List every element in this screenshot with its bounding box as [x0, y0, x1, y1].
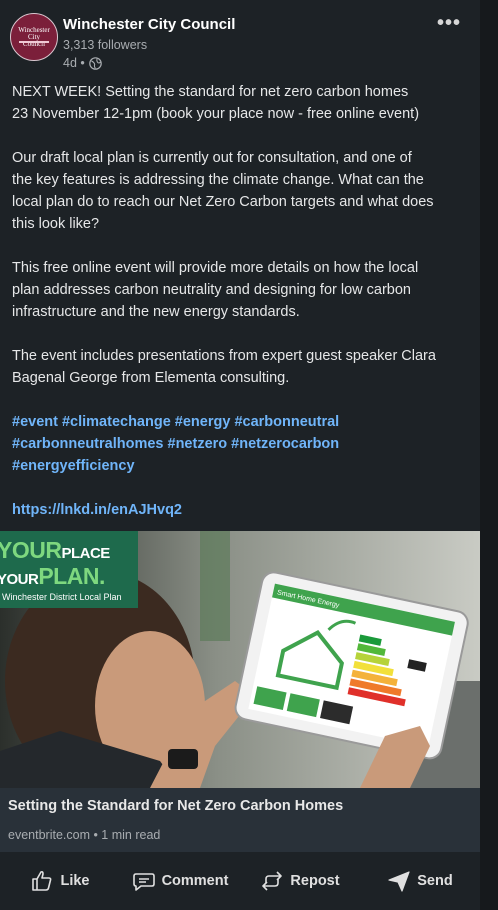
avatar-logo-text: Winchester City Council — [18, 26, 50, 48]
brand-line-1: YOURPLACE — [0, 537, 110, 564]
brand-word-plan: PLAN. — [38, 563, 105, 589]
thumbs-up-icon — [32, 870, 52, 891]
page-scroll-track[interactable] — [480, 0, 498, 910]
comment-icon — [132, 873, 155, 891]
paragraph-line: this look like? — [12, 216, 100, 232]
paragraph-line: This free online event will provide more… — [12, 260, 419, 276]
paragraph-line: the key features is addressing the clima… — [12, 172, 424, 188]
post-body: NEXT WEEK! Setting the standard for net … — [12, 81, 472, 521]
post-card: Winchester City Council Winchester City … — [0, 0, 480, 910]
paragraph-line: The event includes presentations from ex… — [12, 348, 436, 364]
link-preview-title: Setting the Standard for Net Zero Carbon… — [8, 798, 344, 814]
follower-count: 3,313 followers — [63, 38, 148, 52]
paragraph-line: plan addresses carbon neutrality and des… — [12, 282, 411, 298]
brand-overlay: YOURPLACE YOURPLAN. Winchester District … — [0, 531, 138, 608]
repost-icon — [262, 871, 283, 891]
link-preview[interactable]: Setting the Standard for Net Zero Carbon… — [0, 788, 480, 852]
paragraph-4: The event includes presentations from ex… — [12, 345, 472, 389]
post-header: Winchester City Council Winchester City … — [0, 0, 480, 80]
action-bar: Like Comment Repost Send — [0, 852, 480, 910]
paragraph-1: NEXT WEEK! Setting the standard for net … — [12, 81, 472, 125]
hashtag-line[interactable]: #event #climatechange #energy #carbonneu… — [12, 414, 339, 430]
send-button[interactable]: Send — [360, 852, 480, 910]
brand-word-place: PLACE — [61, 545, 110, 562]
repost-label: Repost — [290, 873, 340, 889]
send-label: Send — [417, 873, 453, 889]
company-logo-avatar[interactable]: Winchester City Council — [10, 13, 58, 61]
like-button[interactable]: Like — [0, 852, 120, 910]
send-icon — [388, 871, 410, 892]
brand-subtitle: Winchester District Local Plan — [2, 592, 122, 602]
paragraph-line: Bagenal George from Elementa consulting. — [12, 370, 290, 386]
paragraph-line: Our draft local plan is currently out fo… — [12, 150, 412, 166]
more-options-icon[interactable]: ••• — [437, 12, 461, 35]
avatar-logo-bar — [19, 41, 49, 43]
brand-line-2: YOURPLAN. — [0, 563, 105, 590]
paragraph-line: NEXT WEEK! Setting the standard for net … — [12, 84, 409, 100]
post-link[interactable]: https://lnkd.in/enAJHvq2 — [12, 502, 182, 518]
brand-word-your-2: YOUR — [0, 571, 39, 588]
timestamp-text: 4d • — [63, 56, 85, 70]
hashtag-line[interactable]: #carbonneutralhomes #netzero #netzerocar… — [12, 436, 339, 452]
comment-button[interactable]: Comment — [120, 852, 240, 910]
post-timestamp: 4d • — [63, 56, 102, 70]
link-preview-meta: eventbrite.com • 1 min read — [8, 828, 161, 842]
author-name[interactable]: Winchester City Council — [63, 16, 235, 33]
repost-button[interactable]: Repost — [240, 852, 360, 910]
paragraph-line: local plan do to reach our Net Zero Carb… — [12, 194, 434, 210]
brand-word-your: YOUR — [0, 537, 62, 563]
paragraph-2: Our draft local plan is currently out fo… — [12, 147, 472, 235]
paragraph-line: 23 November 12-1pm (book your place now … — [12, 106, 420, 122]
paragraph-3: This free online event will provide more… — [12, 257, 472, 323]
hashtags: #event #climatechange #energy #carbonneu… — [12, 411, 472, 477]
like-label: Like — [60, 873, 90, 889]
globe-icon — [88, 56, 102, 70]
hashtag-line[interactable]: #energyefficiency — [12, 458, 135, 474]
paragraph-line: infrastructure and the new energy standa… — [12, 304, 300, 320]
comment-label: Comment — [161, 873, 229, 889]
